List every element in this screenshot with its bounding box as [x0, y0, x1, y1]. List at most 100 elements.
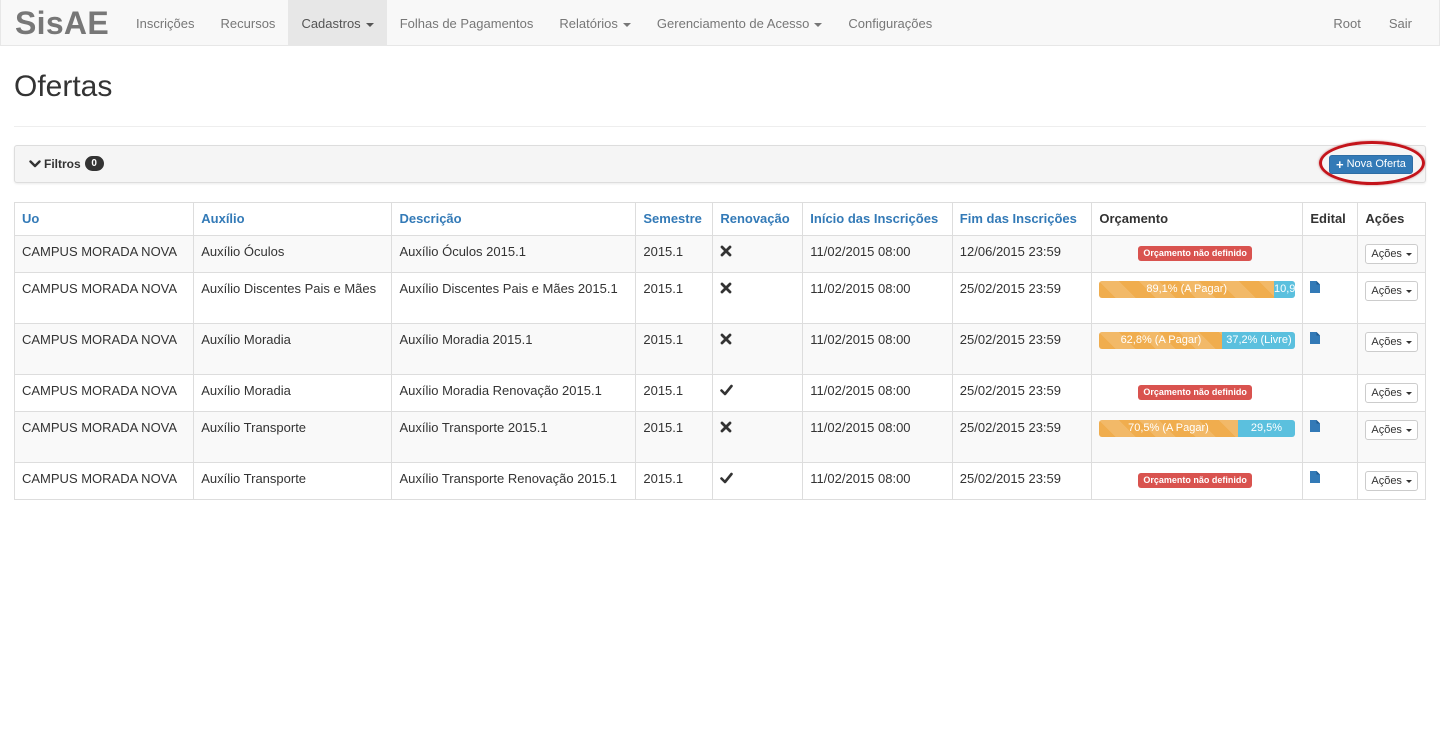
nav-item-label: Recursos [220, 16, 276, 31]
column-header-inicio[interactable]: Início das Inscrições [802, 202, 953, 236]
cell-inicio: 11/02/2015 08:00 [802, 411, 953, 463]
file-icon[interactable] [1310, 332, 1321, 344]
column-header-acoes: Ações [1357, 202, 1426, 236]
column-header-auxilio[interactable]: Auxílio [193, 202, 393, 236]
nav-item-2[interactable]: Cadastros [288, 0, 387, 45]
actions-label: Ações [1371, 424, 1402, 436]
cell-edital [1302, 462, 1359, 500]
cell-uo: CAMPUS MORADA NOVA [13, 411, 195, 463]
filter-toggle[interactable]: Filtros 0 [29, 156, 104, 171]
budget-bar-pagar: 70,5% (A Pagar) [1099, 420, 1238, 437]
times-icon [720, 245, 732, 257]
cell-acoes: Ações [1357, 411, 1426, 463]
actions-label: Ações [1371, 475, 1402, 487]
nav-item-label: Relatórios [559, 16, 618, 31]
nav-item-label: Cadastros [301, 16, 361, 31]
budget-undefined-label: Orçamento não definido [1138, 473, 1252, 488]
cell-orcamento: 89,1% (A Pagar) 10,9 [1091, 272, 1304, 324]
filter-count-badge: 0 [84, 156, 104, 171]
actions-dropdown-button[interactable]: Ações [1365, 471, 1418, 491]
nav-item-1[interactable]: Recursos [208, 0, 289, 45]
budget-bar-livre: 10,9 [1274, 281, 1296, 298]
caret-down-icon [1405, 391, 1412, 395]
caret-down-icon [365, 22, 374, 27]
cell-renovacao [712, 323, 804, 375]
file-icon[interactable] [1310, 471, 1321, 483]
caret-down-icon [1405, 289, 1412, 293]
header-divider [14, 126, 1426, 127]
caret-down-icon [1405, 479, 1412, 483]
cell-auxilio: Auxílio Moradia [193, 374, 393, 412]
cell-edital [1302, 235, 1359, 273]
cell-renovacao [712, 374, 804, 412]
cell-inicio: 11/02/2015 08:00 [802, 272, 953, 324]
cell-auxilio: Auxílio Moradia [193, 323, 393, 375]
cell-edital [1302, 323, 1359, 375]
times-icon [720, 282, 732, 294]
times-icon [720, 421, 732, 433]
cell-renovacao [712, 235, 804, 273]
column-header-orcamento: Orçamento [1091, 202, 1304, 236]
actions-dropdown-button[interactable]: Ações [1365, 332, 1418, 352]
cell-uo: CAMPUS MORADA NOVA [13, 235, 195, 273]
nav-item-4[interactable]: Relatórios [546, 0, 644, 45]
cell-acoes: Ações [1357, 272, 1426, 324]
table-row: CAMPUS MORADA NOVA Auxílio Transporte Auxí… [13, 462, 1426, 500]
cell-edital [1302, 411, 1359, 463]
cell-uo: CAMPUS MORADA NOVA [13, 272, 195, 324]
nav-item-3[interactable]: Folhas de Pagamentos [387, 0, 547, 45]
cell-auxilio: Auxílio Discentes Pais e Mães [193, 272, 393, 324]
cell-auxilio: Auxílio Transporte [193, 462, 393, 500]
cell-fim: 12/06/2015 23:59 [951, 235, 1093, 273]
cell-fim: 25/02/2015 23:59 [951, 462, 1093, 500]
actions-label: Ações [1371, 336, 1402, 348]
cell-orcamento: Orçamento não definido [1091, 462, 1304, 500]
actions-dropdown-button[interactable]: Ações [1365, 420, 1418, 440]
navbar: SisAE Inscrições Recursos Cadastros Folhas … [0, 0, 1440, 46]
file-icon[interactable] [1310, 420, 1321, 432]
cell-semestre: 2015.1 [635, 272, 714, 324]
nav-item-5[interactable]: Gerenciamento de Acesso [644, 0, 835, 45]
cell-inicio: 11/02/2015 08:00 [802, 374, 953, 412]
cell-fim: 25/02/2015 23:59 [951, 323, 1093, 375]
cell-renovacao [712, 462, 804, 500]
budget-progress: 70,5% (A Pagar) 29,5% [1099, 420, 1296, 437]
cell-inicio: 11/02/2015 08:00 [802, 323, 953, 375]
cell-auxilio: Auxílio Transporte [193, 411, 393, 463]
cell-semestre: 2015.1 [635, 323, 714, 375]
cell-uo: CAMPUS MORADA NOVA [13, 374, 195, 412]
brand-logo[interactable]: SisAE [1, 0, 123, 45]
caret-down-icon [1405, 428, 1412, 432]
table-header-row: Uo Auxílio Descrição Semestre Renovação … [13, 202, 1426, 236]
cell-semestre: 2015.1 [635, 374, 714, 412]
column-header-uo[interactable]: Uo [13, 202, 195, 236]
check-icon [720, 472, 734, 484]
budget-undefined-label: Orçamento não definido [1138, 385, 1252, 400]
actions-dropdown-button[interactable]: Ações [1365, 281, 1418, 301]
actions-dropdown-button[interactable]: Ações [1365, 244, 1418, 264]
nav-item-label: Gerenciamento de Acesso [656, 16, 810, 31]
cell-orcamento: 62,8% (A Pagar) 37,2% (Livre) [1091, 323, 1304, 375]
cell-fim: 25/02/2015 23:59 [951, 374, 1093, 412]
caret-down-icon [622, 22, 631, 27]
nav-item-6[interactable]: Configurações [835, 0, 945, 45]
cell-acoes: Ações [1357, 462, 1426, 500]
new-offer-button[interactable]: + Nova Oferta [1329, 155, 1413, 174]
column-header-renovacao[interactable]: Renovação [712, 202, 804, 236]
column-header-descricao[interactable]: Descrição [391, 202, 637, 236]
nav-item-0[interactable]: Inscrições [123, 0, 208, 45]
actions-dropdown-button[interactable]: Ações [1365, 383, 1418, 403]
caret-down-icon [1405, 252, 1412, 256]
cell-acoes: Ações [1357, 323, 1426, 375]
column-header-semestre[interactable]: Semestre [635, 202, 714, 236]
file-icon[interactable] [1310, 281, 1321, 293]
times-icon [720, 333, 732, 345]
cell-descricao: Auxílio Moradia Renovação 2015.1 [391, 374, 637, 412]
plus-icon: + [1336, 156, 1344, 172]
column-header-fim[interactable]: Fim das Inscrições [951, 202, 1093, 236]
cell-descricao: Auxílio Óculos 2015.1 [391, 235, 637, 273]
budget-progress: 89,1% (A Pagar) 10,9 [1099, 281, 1296, 298]
new-offer-label: Nova Oferta [1346, 158, 1406, 170]
logout-link[interactable]: Sair [1375, 0, 1439, 45]
user-menu-root[interactable]: Root [1319, 0, 1374, 45]
